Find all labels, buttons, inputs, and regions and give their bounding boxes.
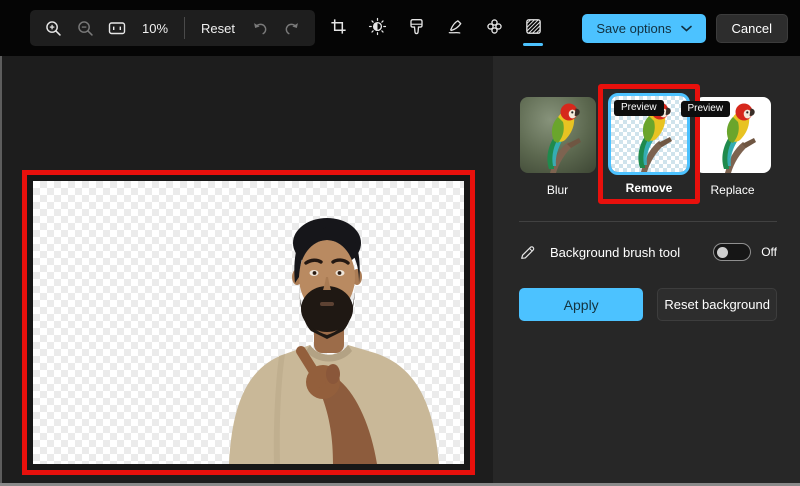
background-brush-row: Background brush tool Off bbox=[519, 243, 777, 261]
zoom-out-icon bbox=[76, 19, 95, 38]
save-options-label: Save options bbox=[596, 21, 672, 36]
zoom-out-button[interactable] bbox=[70, 13, 100, 43]
reset-button[interactable]: Reset bbox=[193, 21, 243, 36]
panel-actions: Apply Reset background bbox=[519, 288, 777, 321]
retouch-tool-button[interactable] bbox=[481, 13, 507, 39]
panel-divider bbox=[519, 221, 777, 222]
markup-pen-icon bbox=[446, 17, 465, 36]
edit-tools-group bbox=[325, 10, 546, 50]
retouch-icon bbox=[485, 17, 504, 36]
replace-option-label: Replace bbox=[710, 183, 755, 197]
man-cutout-illustration bbox=[229, 218, 439, 464]
zoom-level-value[interactable]: 10% bbox=[134, 21, 176, 36]
undo-icon bbox=[251, 19, 269, 37]
background-panel: Blur Preview Remove Preview Replace Back… bbox=[493, 56, 800, 486]
background-brush-label: Background brush tool bbox=[550, 244, 681, 260]
preview-badge-remove: Preview bbox=[614, 100, 664, 116]
fit-to-window-button[interactable] bbox=[102, 13, 132, 43]
reset-background-button[interactable]: Reset background bbox=[657, 288, 777, 321]
toolbar-actions-group: Save options Cancel bbox=[582, 14, 788, 43]
toggle-state-label: Off bbox=[761, 245, 777, 259]
background-option-blur[interactable]: Blur bbox=[519, 97, 596, 197]
chevron-down-icon bbox=[680, 25, 692, 32]
filter-icon bbox=[407, 17, 426, 36]
background-icon bbox=[524, 17, 543, 36]
edited-photo-transparent bbox=[33, 181, 464, 464]
save-options-button[interactable]: Save options bbox=[582, 14, 706, 43]
fit-to-window-icon bbox=[107, 18, 127, 38]
window-left-edge bbox=[0, 56, 2, 486]
parrot-image bbox=[546, 103, 581, 173]
markup-tool-button[interactable] bbox=[442, 13, 468, 39]
apply-button[interactable]: Apply bbox=[519, 288, 644, 321]
filter-tool-button[interactable] bbox=[403, 13, 429, 39]
adjustment-sun-icon bbox=[368, 17, 387, 36]
selected-tool-underline bbox=[523, 43, 543, 46]
toolbar: 10% Reset Save options Cancel bbox=[0, 0, 800, 56]
blur-option-label: Blur bbox=[546, 183, 569, 197]
red-annotation-canvas bbox=[22, 170, 475, 475]
preview-badge-replace: Preview bbox=[680, 101, 731, 117]
brush-pencil-icon bbox=[519, 244, 537, 261]
crop-tool-button[interactable] bbox=[325, 13, 351, 39]
background-option-replace[interactable]: Preview Replace bbox=[680, 97, 771, 197]
adjustment-tool-button[interactable] bbox=[364, 13, 390, 39]
undo-button[interactable] bbox=[245, 13, 275, 43]
editor-main: Blur Preview Remove Preview Replace Back… bbox=[0, 56, 800, 486]
image-canvas[interactable] bbox=[0, 56, 493, 486]
background-tool-button[interactable] bbox=[520, 13, 546, 46]
zoom-in-icon bbox=[44, 19, 63, 38]
toolbar-separator bbox=[184, 17, 186, 39]
background-brush-toggle[interactable] bbox=[713, 243, 752, 261]
remove-thumbnail[interactable]: Preview bbox=[608, 93, 690, 175]
zoom-in-button[interactable] bbox=[38, 13, 68, 43]
redo-icon bbox=[283, 19, 301, 37]
redo-button[interactable] bbox=[277, 13, 307, 43]
zoom-toolbar-group: 10% Reset bbox=[30, 10, 315, 46]
cancel-button[interactable]: Cancel bbox=[715, 14, 788, 43]
replace-thumbnail[interactable]: Preview bbox=[680, 97, 771, 173]
crop-icon bbox=[329, 17, 348, 36]
toggle-knob bbox=[717, 246, 729, 258]
remove-option-label: Remove bbox=[625, 181, 673, 195]
background-options: Blur Preview Remove Preview Replace bbox=[519, 84, 777, 204]
blur-thumbnail[interactable] bbox=[519, 97, 596, 173]
